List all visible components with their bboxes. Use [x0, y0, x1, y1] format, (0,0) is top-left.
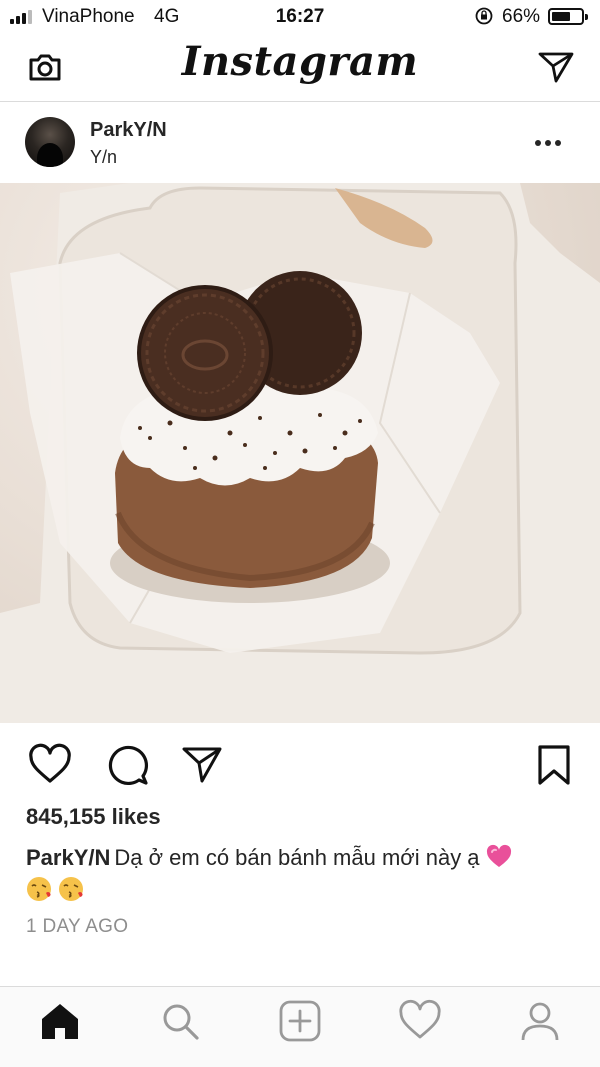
orientation-lock-icon [475, 7, 493, 25]
likes-count[interactable]: 845,155 likes [26, 804, 161, 830]
status-bar: VinaPhone 4G 16:27 66% [0, 0, 600, 34]
activity-heart-icon[interactable] [398, 999, 442, 1043]
instagram-logo: Instagram [181, 38, 419, 85]
bottom-tab-bar [0, 986, 600, 1067]
battery-percent: 66% [502, 6, 541, 27]
caption-text: Dạ ở em có bán bánh mẫu mới này ạ [114, 845, 480, 870]
cake-photo-illustration [0, 183, 600, 723]
home-icon[interactable] [38, 999, 82, 1043]
caption-username[interactable]: ParkY/N [26, 845, 110, 870]
more-options-icon[interactable] [528, 131, 568, 155]
share-icon[interactable] [180, 743, 224, 787]
avatar[interactable] [25, 117, 75, 167]
post-actions [0, 723, 600, 803]
kissing-face-emoji-icon [27, 877, 51, 901]
battery-fill [552, 12, 570, 21]
post-location[interactable]: Y/n [90, 147, 117, 168]
pink-heart-emoji-icon [486, 844, 511, 867]
profile-icon[interactable] [518, 999, 562, 1043]
kissing-face-emoji-icon [59, 877, 83, 901]
post-header: ParkY/N Y/n [0, 103, 600, 183]
search-icon[interactable] [158, 999, 202, 1043]
post-username[interactable]: ParkY/N [90, 119, 167, 142]
battery-icon [548, 8, 588, 25]
post-image[interactable] [0, 183, 600, 723]
add-post-icon[interactable] [278, 999, 322, 1043]
comment-icon[interactable] [106, 743, 150, 787]
direct-message-icon[interactable] [536, 48, 576, 86]
app-header: Instagram [0, 34, 600, 102]
post-timestamp: 1 DAY AGO [26, 916, 129, 937]
post-caption: ParkY/N Dạ ở em có bán bánh mẫu mới này ạ [26, 842, 578, 906]
heart-icon[interactable] [28, 743, 72, 787]
bookmark-icon[interactable] [532, 743, 576, 787]
